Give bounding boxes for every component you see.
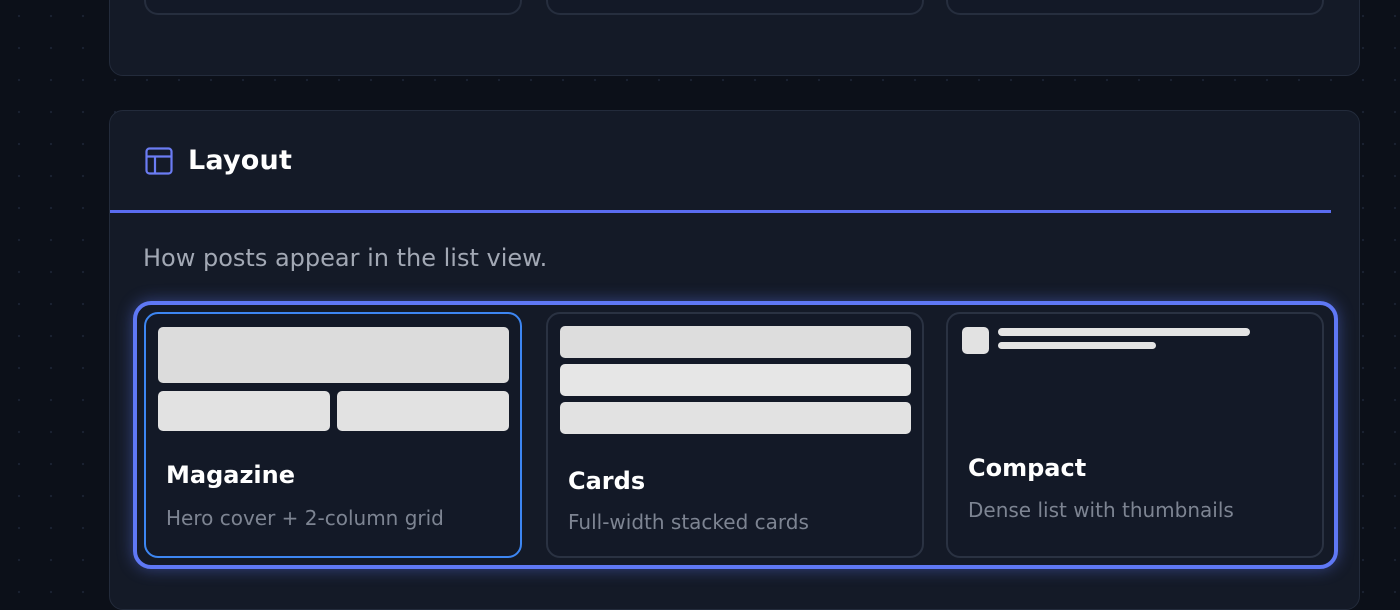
compact-thumbnail-preview [962,327,989,354]
magazine-hero-preview [158,327,509,383]
option-subtitle: Dense list with thumbnails [968,498,1234,522]
compact-line-preview-2 [998,342,1156,349]
section-title: Layout [188,145,293,176]
previous-option-2[interactable] [546,0,924,15]
magazine-grid-preview-right [337,391,509,431]
option-title: Magazine [166,461,296,489]
option-title: Compact [968,454,1087,482]
layout-option-magazine[interactable]: Magazine Hero cover + 2-column grid [144,312,522,558]
cards-preview-row-1 [560,326,911,358]
previous-settings-card [109,0,1360,76]
option-title: Cards [568,467,646,495]
layout-icon [144,146,174,176]
previous-option-3[interactable] [946,0,1324,15]
option-subtitle: Full-width stacked cards [568,510,809,534]
layout-settings-card: Layout How posts appear in the list view… [109,110,1360,610]
previous-option-1[interactable] [144,0,522,15]
section-header: Layout [110,111,1331,213]
layout-option-group: Magazine Hero cover + 2-column grid Card… [133,301,1338,569]
cards-preview-row-2 [560,364,911,396]
option-subtitle: Hero cover + 2-column grid [166,506,444,530]
section-description: How posts appear in the list view. [143,244,548,272]
layout-option-compact[interactable]: Compact Dense list with thumbnails [946,312,1324,558]
layout-option-cards[interactable]: Cards Full-width stacked cards [546,312,924,558]
compact-line-preview-1 [998,328,1250,336]
magazine-grid-preview-left [158,391,330,431]
cards-preview-row-3 [560,402,911,434]
